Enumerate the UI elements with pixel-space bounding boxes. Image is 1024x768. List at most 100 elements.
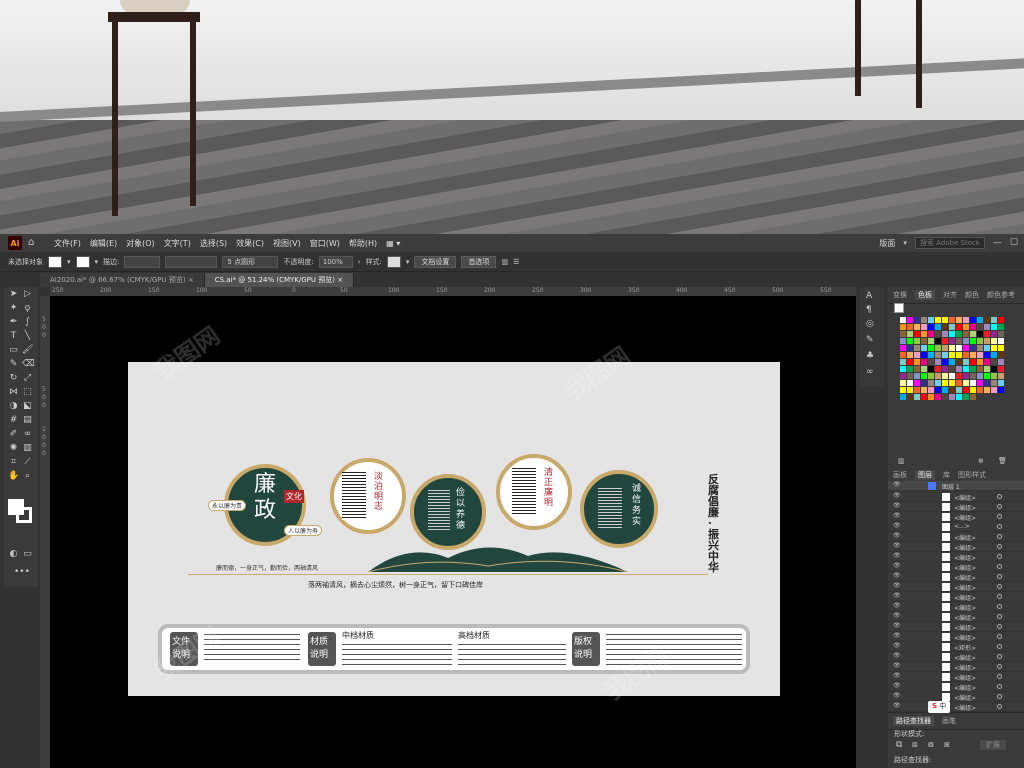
color-swatch[interactable] [977, 331, 983, 337]
color-swatch[interactable] [963, 380, 969, 386]
color-swatch[interactable] [949, 338, 955, 344]
layer-name[interactable]: <编组> [954, 503, 976, 512]
artboard[interactable]: 廉政 文化 永以廉为贵 人以廉为寿 淡泊明志 俭以养德 清正廉明 诚信务实 反腐… [128, 362, 780, 696]
target-icon[interactable] [997, 594, 1002, 599]
pen-tool-icon[interactable]: ✒ [8, 317, 19, 328]
color-swatch[interactable] [991, 338, 997, 344]
document-setup-button[interactable]: 文档设置 [414, 255, 457, 268]
eye-icon[interactable]: 👁 [893, 572, 901, 579]
target-icon[interactable] [997, 624, 1002, 629]
color-swatch[interactable] [991, 387, 997, 393]
tab-color[interactable]: 颜色 [965, 290, 979, 300]
color-swatch[interactable] [942, 338, 948, 344]
color-swatch[interactable] [984, 359, 990, 365]
color-swatch[interactable] [956, 338, 962, 344]
color-swatch[interactable] [956, 380, 962, 386]
color-swatch[interactable] [942, 345, 948, 351]
color-swatch[interactable] [977, 317, 983, 323]
color-swatch[interactable] [991, 345, 997, 351]
menu-select[interactable]: 选择(S) [200, 238, 227, 249]
more-tools-icon[interactable]: ••• [14, 567, 30, 578]
layer-name[interactable]: <编组> [954, 553, 976, 562]
color-swatch[interactable] [970, 317, 976, 323]
color-swatch[interactable] [984, 373, 990, 379]
color-swatch[interactable] [928, 366, 934, 372]
color-swatch[interactable] [928, 352, 934, 358]
target-icon[interactable] [997, 664, 1002, 669]
character-icon[interactable]: A [866, 291, 872, 301]
layer-name[interactable]: <编组> [954, 693, 976, 702]
color-swatch[interactable] [963, 373, 969, 379]
layer-name[interactable]: <编组> [954, 583, 976, 592]
swatch-library-icon[interactable]: ▥ [898, 457, 905, 465]
tab-ai2020[interactable]: AI2020.ai* @ 66.67% (CMYK/GPU 预览) × [40, 273, 205, 287]
menu-help[interactable]: 帮助(H) [349, 238, 377, 249]
color-swatch[interactable] [914, 359, 920, 365]
color-swatch[interactable] [949, 324, 955, 330]
color-swatch[interactable] [956, 317, 962, 323]
tab-color-guide[interactable]: 颜色参考 [987, 290, 1015, 300]
layer-row[interactable]: 👁 <编组> [888, 592, 1024, 602]
eye-icon[interactable]: 👁 [893, 612, 901, 619]
expand-button[interactable]: 扩展 [980, 740, 1006, 750]
layer-row[interactable]: 👁 <编组> [888, 532, 1024, 542]
color-swatch[interactable] [900, 331, 906, 337]
color-swatch[interactable] [921, 324, 927, 330]
tab-align[interactable]: 对齐 [943, 290, 957, 300]
opacity-input[interactable]: 100% [318, 255, 353, 268]
layer-row[interactable]: 👁 <编组> [888, 622, 1024, 632]
color-swatch[interactable] [907, 373, 913, 379]
layer-row[interactable]: 👁 <编组> [888, 662, 1024, 672]
color-swatch[interactable] [928, 324, 934, 330]
color-swatch[interactable] [921, 394, 927, 400]
color-swatch[interactable] [984, 380, 990, 386]
color-swatch[interactable] [921, 352, 927, 358]
layer-name[interactable]: <编组> [954, 653, 976, 662]
color-swatch[interactable] [921, 387, 927, 393]
color-swatch[interactable] [963, 352, 969, 358]
eye-icon[interactable]: 👁 [893, 562, 901, 569]
color-swatch[interactable] [900, 338, 906, 344]
color-swatch[interactable] [914, 352, 920, 358]
shaper-icon[interactable]: ✎ [8, 359, 19, 370]
menu-window[interactable]: 窗口(W) [310, 238, 340, 249]
eyedropper-icon[interactable]: ✐ [8, 429, 19, 440]
layer-name[interactable]: <编组> [954, 533, 976, 542]
color-swatch[interactable] [977, 366, 983, 372]
tab-layers[interactable]: 图层 [915, 470, 935, 480]
color-swatch[interactable] [949, 359, 955, 365]
color-swatch[interactable] [900, 324, 906, 330]
paragraph-icon[interactable]: ¶ [866, 305, 872, 315]
color-swatch[interactable] [949, 352, 955, 358]
chevron-down-icon[interactable]: ▾ [406, 258, 410, 266]
target-icon[interactable] [997, 604, 1002, 609]
selection-tool-icon[interactable]: ➤ [8, 289, 19, 300]
color-swatch[interactable] [914, 373, 920, 379]
color-swatch[interactable] [935, 387, 941, 393]
target-icon[interactable] [997, 634, 1002, 639]
eye-icon[interactable]: 👁 [893, 481, 901, 488]
home-icon[interactable]: ⌂ [28, 238, 40, 248]
eye-icon[interactable]: 👁 [893, 642, 901, 649]
color-swatch[interactable] [907, 338, 913, 344]
color-swatch[interactable] [914, 380, 920, 386]
color-swatch[interactable] [900, 387, 906, 393]
color-swatch[interactable] [956, 394, 962, 400]
color-swatch[interactable] [970, 366, 976, 372]
layer-name[interactable]: <编组> [954, 573, 976, 582]
color-swatch[interactable] [907, 380, 913, 386]
layer-row[interactable]: 👁 <编组> [888, 502, 1024, 512]
ime-toolbar[interactable]: S 中 [928, 701, 951, 713]
stroke-color-icon[interactable] [16, 507, 32, 523]
stroke-swatch[interactable] [75, 255, 90, 268]
color-swatch[interactable] [914, 345, 920, 351]
color-swatch[interactable] [907, 345, 913, 351]
color-swatch[interactable] [970, 324, 976, 330]
color-swatch[interactable] [970, 338, 976, 344]
color-swatch[interactable] [914, 331, 920, 337]
tab-swatches[interactable]: 色板 [915, 290, 935, 300]
layer-name[interactable]: <编组> [954, 603, 976, 612]
color-swatch[interactable] [935, 373, 941, 379]
close-icon[interactable]: × [337, 276, 343, 284]
chevron-down-icon[interactable]: ▾ [67, 258, 71, 266]
